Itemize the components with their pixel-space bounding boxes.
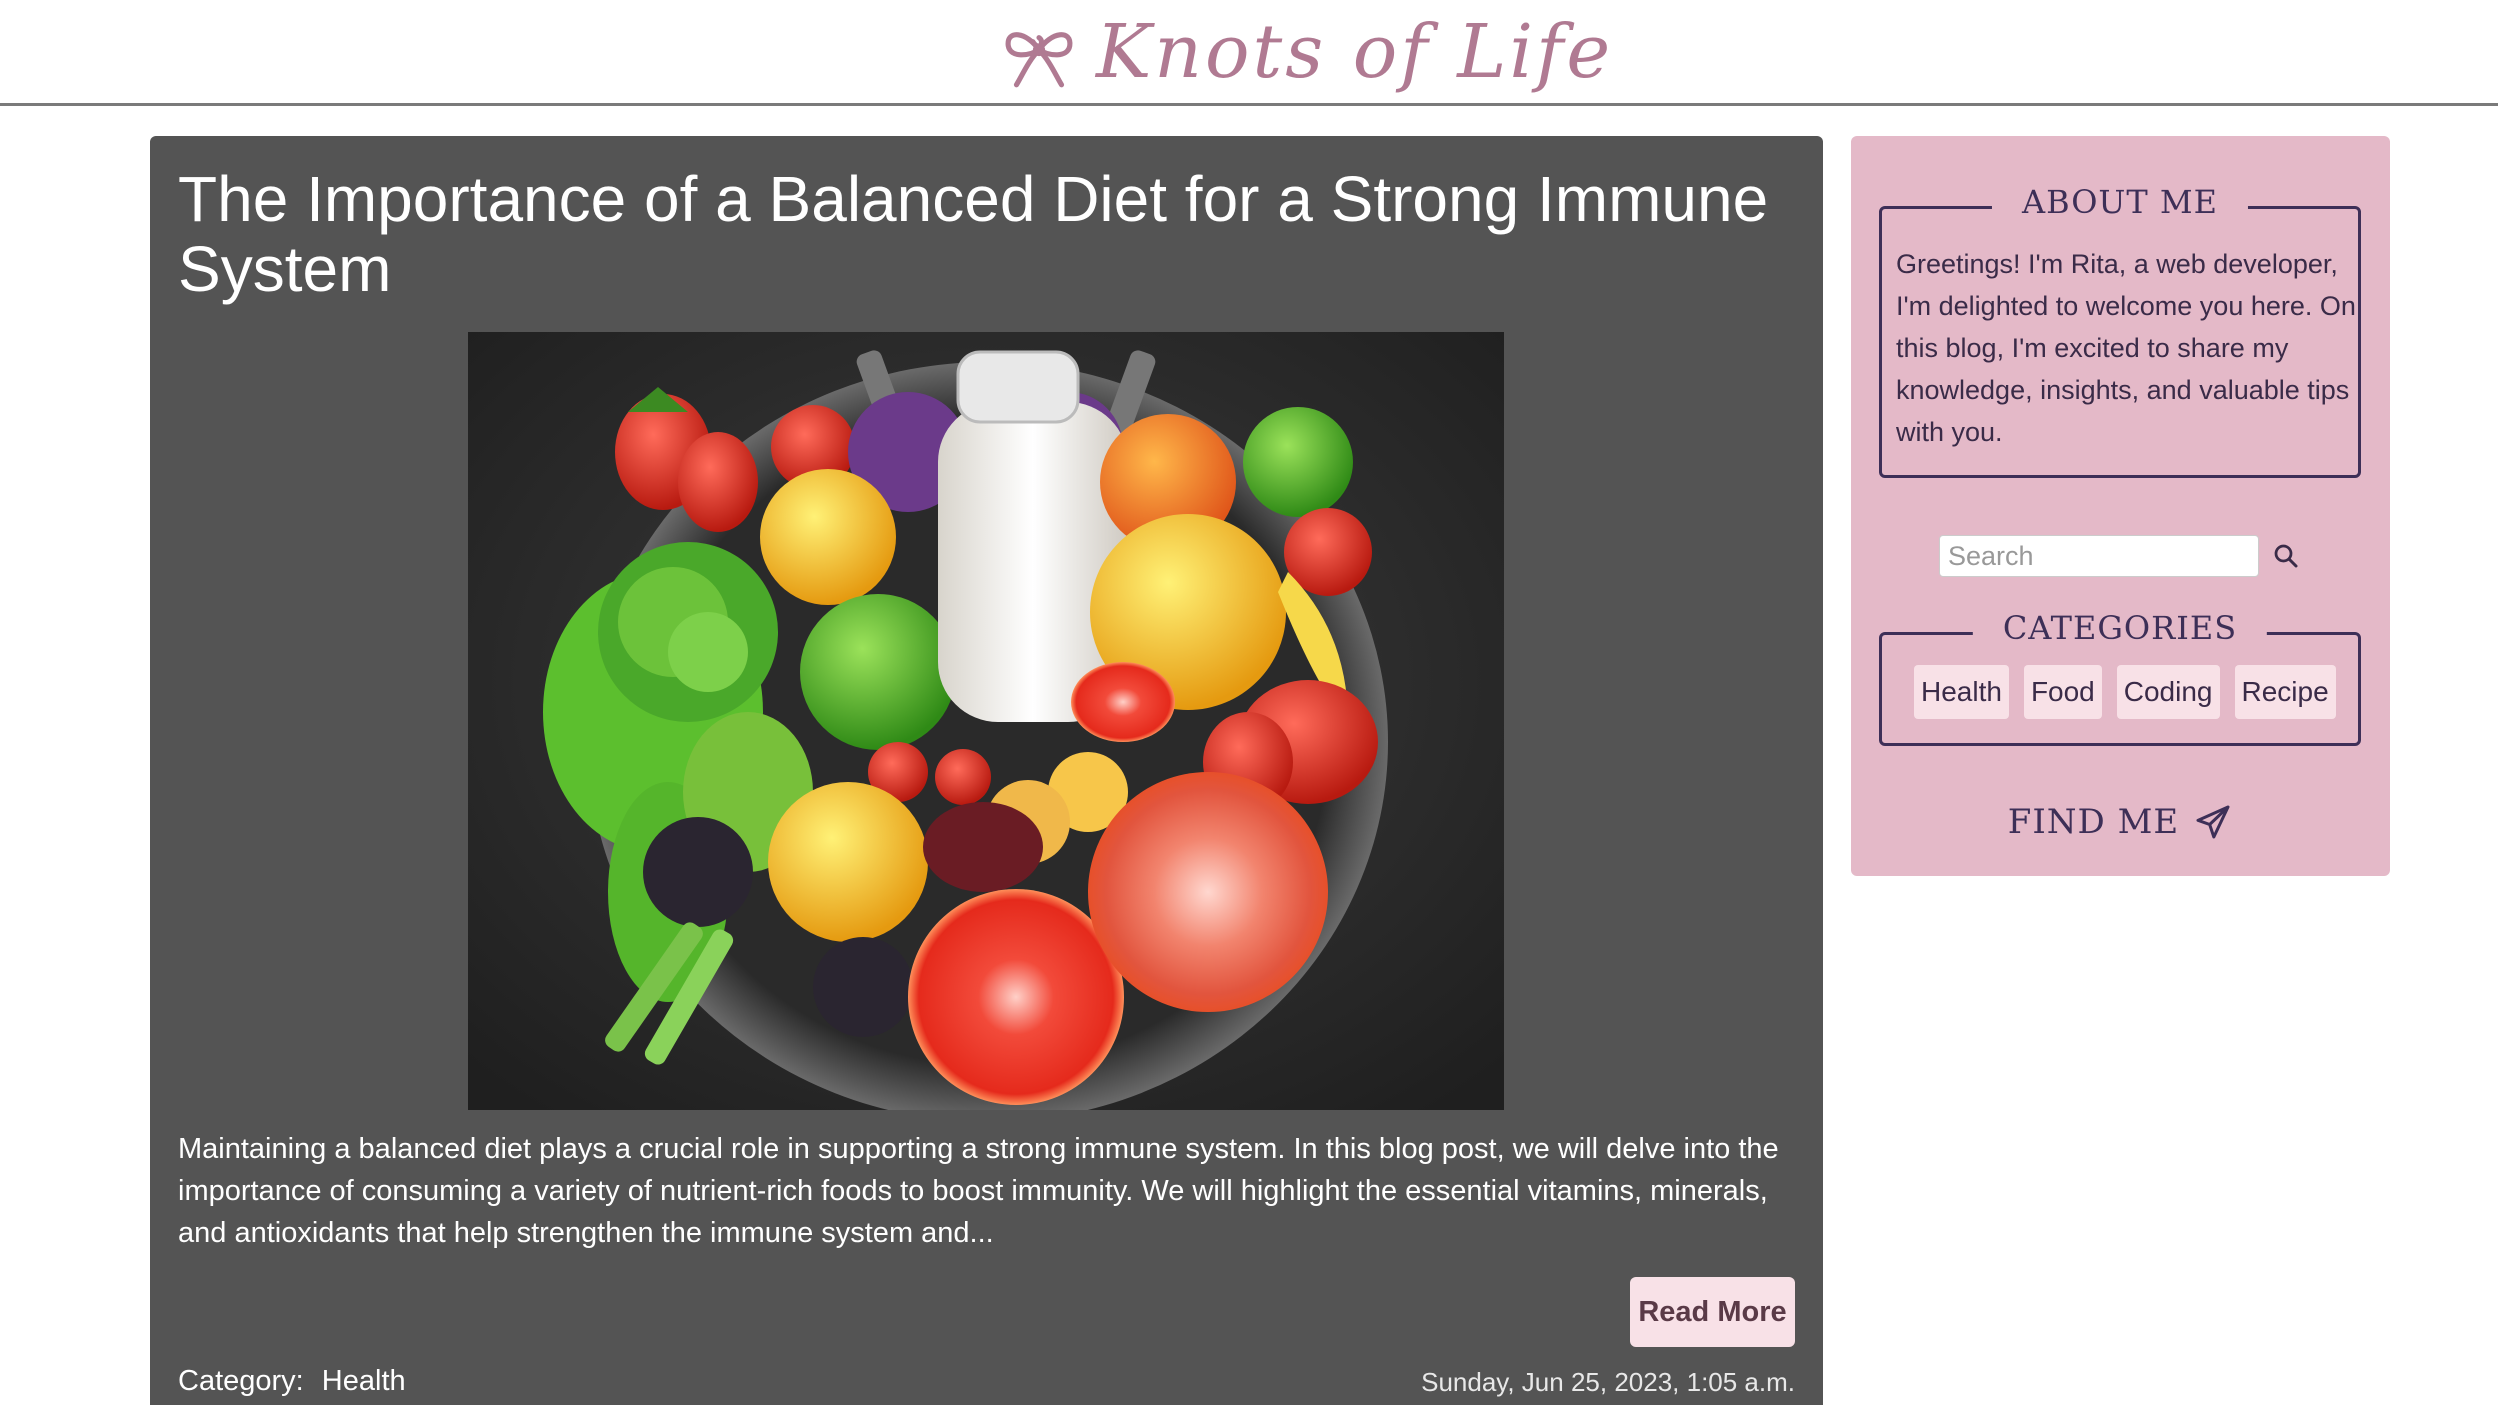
find-me-link[interactable]: FIND ME [1851,802,2390,842]
category-chip-food[interactable]: Food [2023,665,2102,719]
healthy-food-bowl-image[interactable] [468,332,1504,1110]
find-me-label: FIND ME [2007,802,2180,842]
paper-plane-icon [2196,805,2230,839]
post-category: Category: Health [178,1365,406,1398]
search-form [1939,534,2301,578]
category-chip-health[interactable]: Health [1914,665,2009,719]
post-title[interactable]: The Importance of a Balanced Diet for a … [178,164,1798,304]
search-icon[interactable] [2271,541,2301,571]
ribbon-knot-icon [1005,32,1073,88]
about-me-section: ABOUT ME Greetings! I'm Rita, a web deve… [1879,183,2361,478]
category-chip-recipe[interactable]: Recipe [2234,665,2336,719]
sidebar: ABOUT ME Greetings! I'm Rita, a web deve… [1851,136,2390,876]
about-me-text: Greetings! I'm Rita, a web developer, I'… [1896,249,2356,447]
brand-name: Knots of Life [1096,9,1614,95]
category-list: Health Food Coding Recipe [1914,665,2336,719]
brand-link[interactable]: Knots of Life [998,6,1613,98]
categories-heading: CATEGORIES [1972,609,2268,647]
about-me-heading: ABOUT ME [1991,183,2249,221]
post-date: Sunday, Jun 25, 2023, 1:05 a.m. [1421,1367,1795,1397]
blog-post-card: The Importance of a Balanced Diet for a … [150,136,1823,1405]
category-link[interactable]: Health [322,1365,406,1397]
category-chip-coding[interactable]: Coding [2116,665,2220,719]
site-header: Knots of Life [0,0,2498,106]
search-input[interactable] [1939,535,2259,577]
read-more-button[interactable]: Read More [1630,1277,1795,1347]
categories-section: CATEGORIES Health Food Coding Recipe [1879,609,2361,746]
post-excerpt: Maintaining a balanced diet plays a cruc… [178,1133,1779,1249]
category-label: Category: [178,1365,304,1397]
